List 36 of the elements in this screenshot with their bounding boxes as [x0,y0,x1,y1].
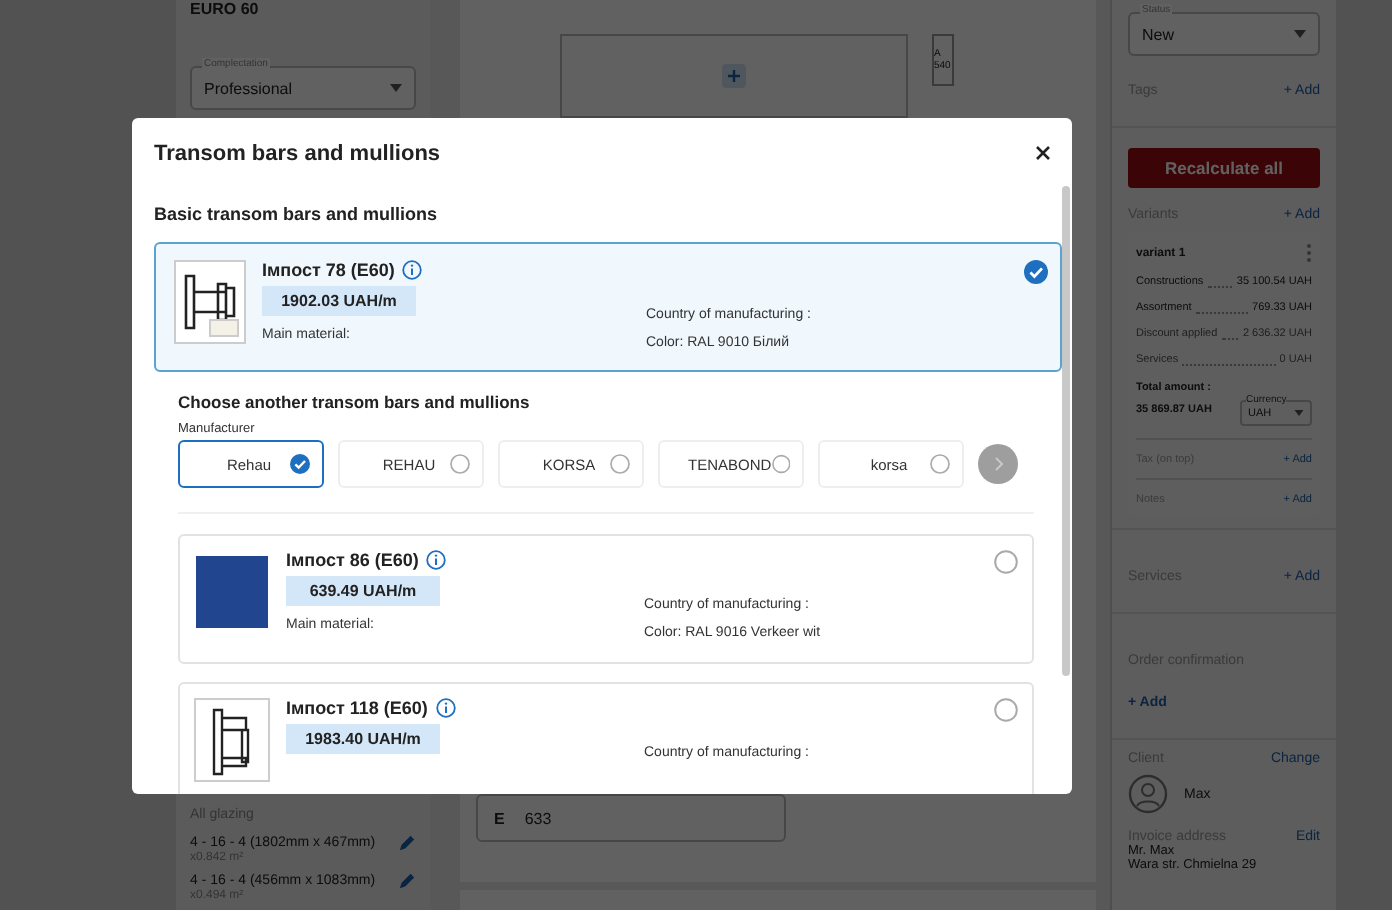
radio-icon [930,454,950,474]
profile-name: Імпост 86 (E60) [286,550,419,570]
caret-icon [390,84,402,92]
dialog-title: Transom bars and mullions [154,141,441,165]
profile-drawing [174,260,246,344]
plus-icon[interactable] [722,64,746,88]
series-title: EURO 60 [190,0,261,18]
close-icon[interactable] [1036,146,1050,160]
info-icon[interactable] [402,260,423,280]
price-badge: 1902.03 UAH/m [262,286,416,316]
info-icon[interactable] [435,698,456,718]
caret-icon [1294,30,1306,38]
photo-placeholder [194,550,270,634]
pencil-icon[interactable] [398,834,416,852]
more-icon[interactable] [1306,244,1312,262]
radio-icon [610,454,630,474]
profile-name: Імпост 78 (E60) [262,260,395,280]
radio-icon[interactable] [994,550,1018,574]
pencil-icon[interactable] [398,872,416,890]
radio-icon [450,454,470,474]
next-button[interactable] [978,444,1018,484]
caret-icon [1294,410,1304,416]
avatar-icon [1128,774,1168,814]
check-icon[interactable] [1024,260,1048,284]
profile-drawing [194,698,270,782]
section-title: Choose another transom bars and mullions [178,392,532,412]
check-icon [290,454,310,474]
radio-icon[interactable] [994,698,1018,722]
section-title: Basic transom bars and mullions [154,204,440,224]
price-badge: 1983.40 UAH/m [286,724,440,754]
info-icon[interactable] [426,550,447,570]
recalculate-button[interactable]: Recalculate all [1128,148,1320,188]
radio-icon [771,454,790,474]
profile-name: Імпост 118 (E60) [286,698,428,718]
price-badge: 639.49 UAH/m [286,576,440,606]
dimension-field[interactable]: E 633 [476,794,786,842]
